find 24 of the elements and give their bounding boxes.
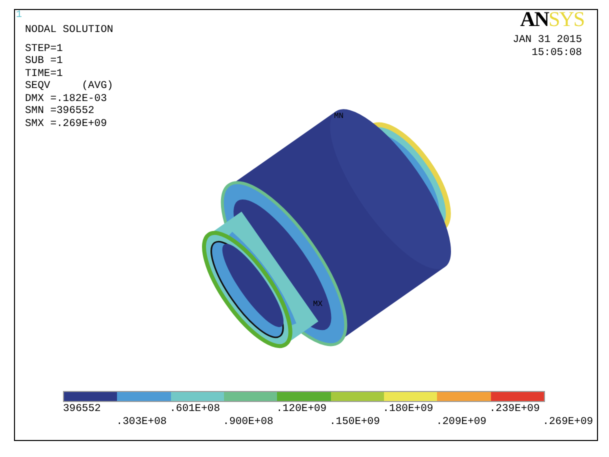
result-info-line: STEP=1 bbox=[25, 42, 64, 55]
result-info-line: SUB =1 bbox=[25, 55, 64, 68]
logo: ANSYS bbox=[520, 10, 584, 28]
result-info-line: DMX =.182E-03 bbox=[25, 92, 108, 105]
maximum-marker-label: MX bbox=[313, 300, 323, 309]
result-info-line: SMX =.269E+09 bbox=[25, 118, 108, 130]
legend-value: .209E+09 bbox=[436, 416, 488, 429]
legend-value: 396552 bbox=[63, 403, 102, 416]
legend-value: .180E+09 bbox=[382, 403, 434, 416]
legend-value: .900E+08 bbox=[222, 416, 274, 429]
result-info-line: SEQV (AVG) bbox=[25, 80, 114, 92]
date-text: JAN 31 2015 bbox=[512, 33, 583, 46]
result-title: NODAL SOLUTION bbox=[24, 23, 114, 36]
legend-value: .120E+09 bbox=[276, 403, 328, 416]
minimum-marker-label: MN bbox=[334, 112, 344, 121]
result-info-line: TIME=1 bbox=[25, 68, 64, 80]
legend-value: .150E+09 bbox=[329, 416, 381, 429]
legend-value: .601E+08 bbox=[170, 403, 222, 416]
legend-value: .303E+08 bbox=[116, 416, 168, 429]
time-text: 15:05:08 bbox=[532, 46, 583, 59]
window-number: 1 bbox=[16, 10, 24, 21]
result-info-line: SMN =396552 bbox=[25, 105, 96, 118]
legend-value: .269E+09 bbox=[542, 416, 594, 429]
legend-value: .239E+09 bbox=[489, 403, 541, 416]
